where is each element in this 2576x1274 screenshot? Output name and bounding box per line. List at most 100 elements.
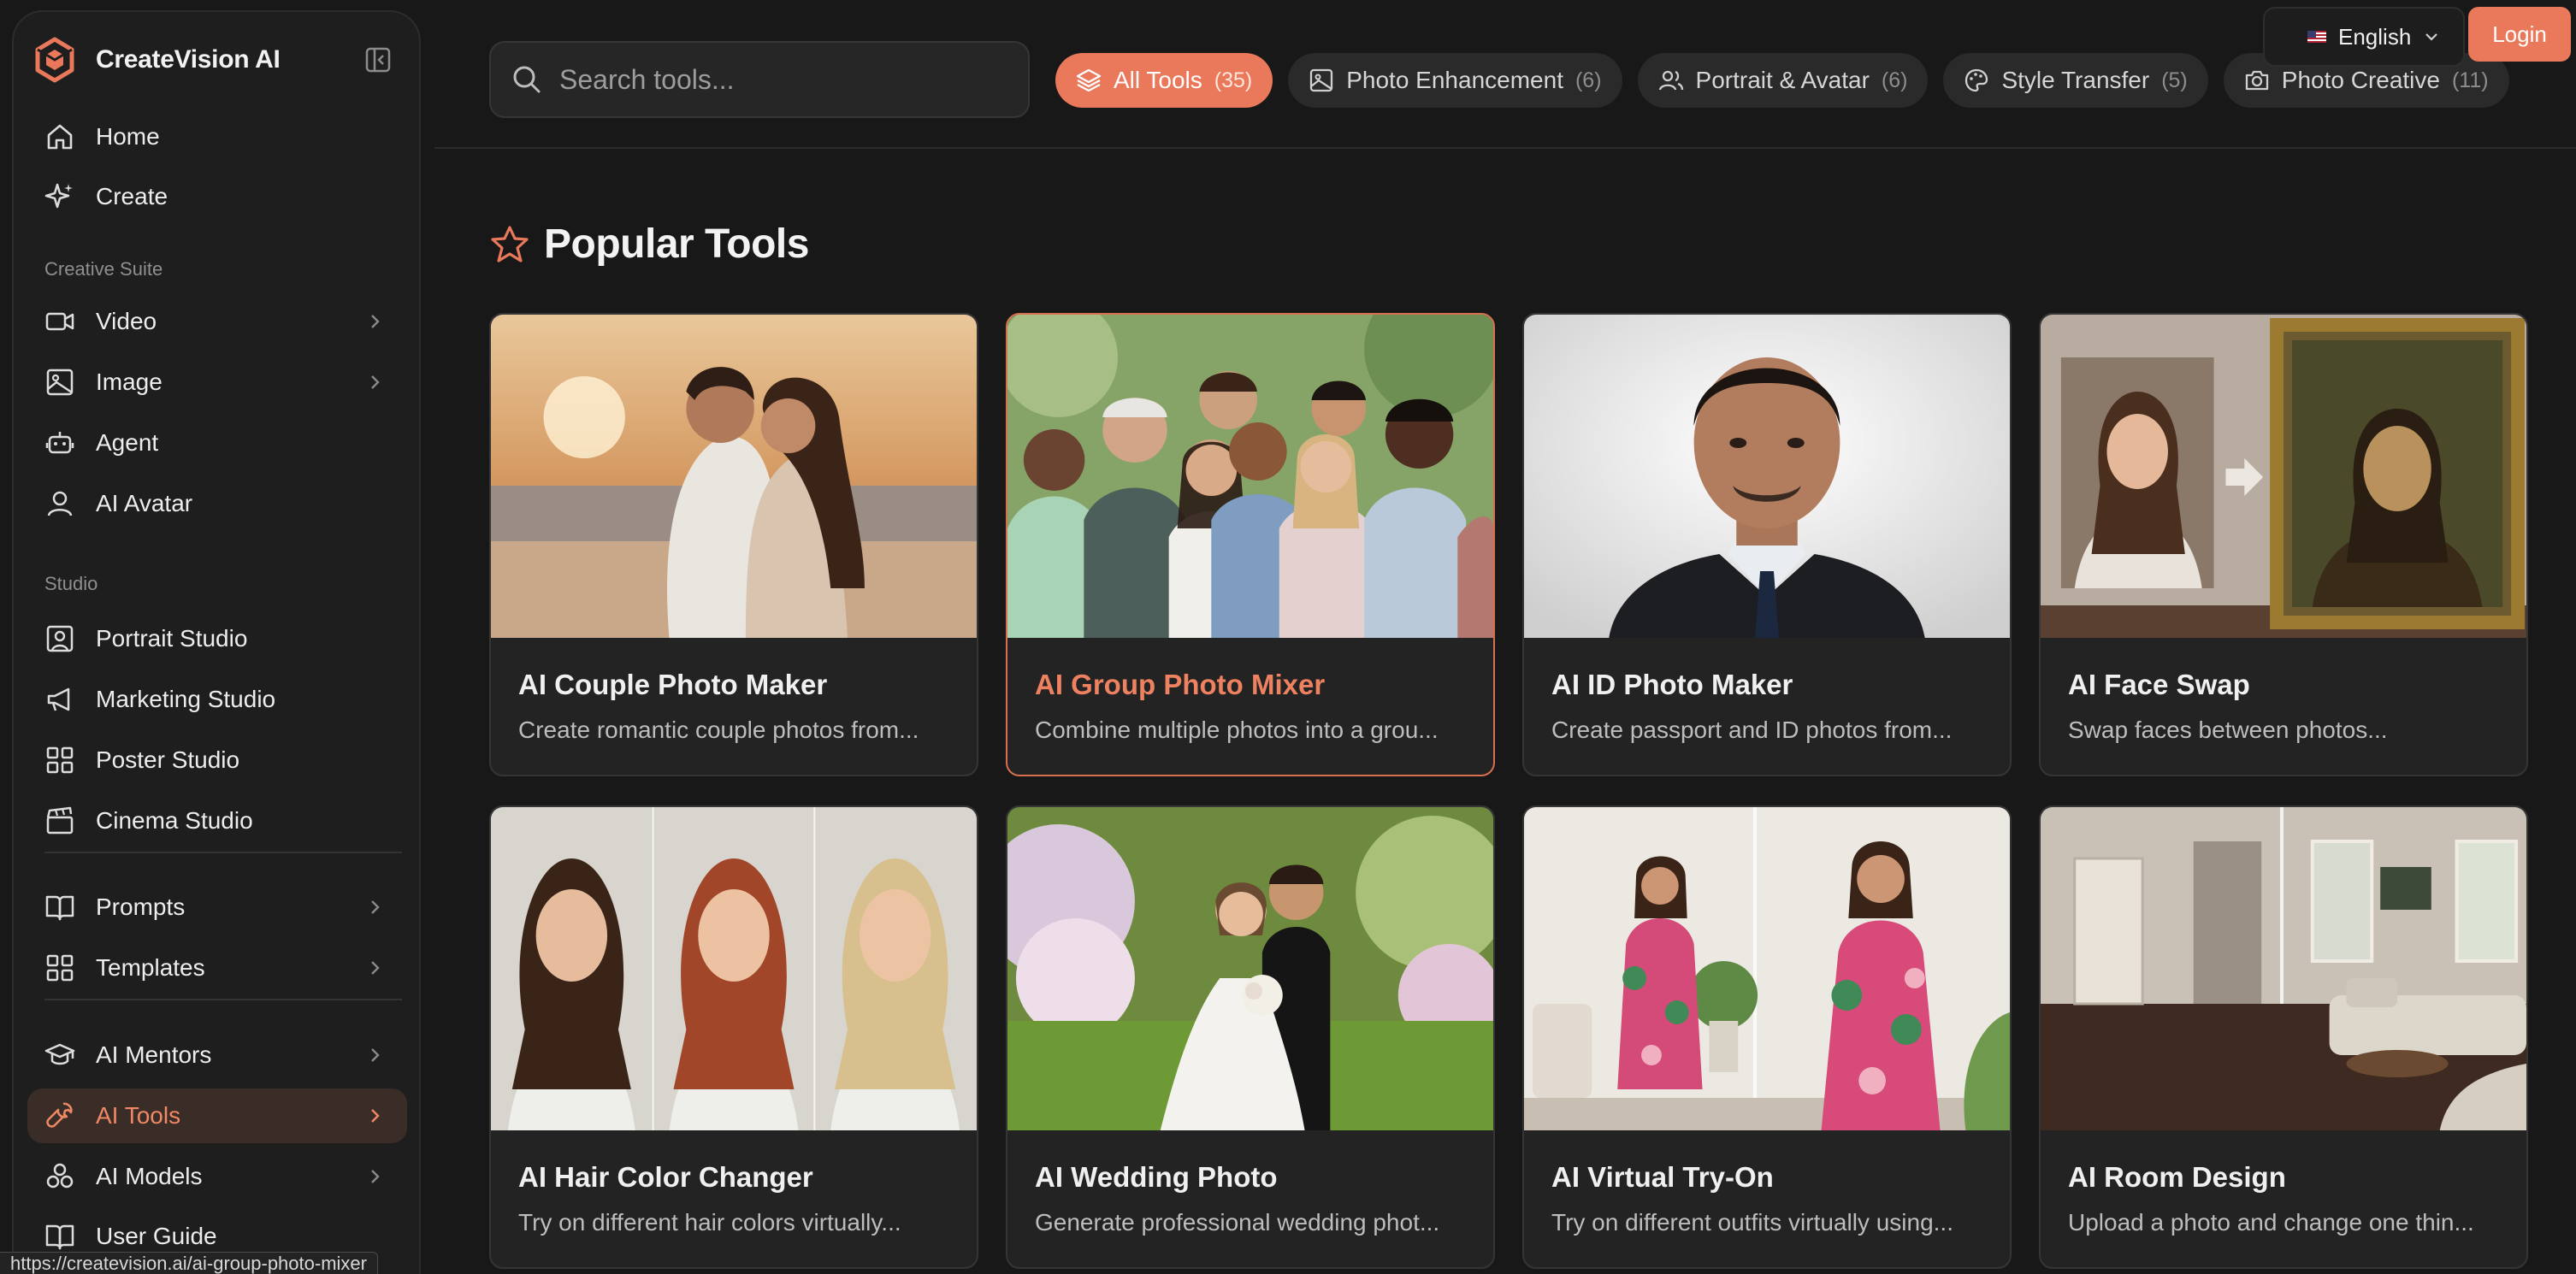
camera-icon — [2245, 70, 2268, 91]
tools-grid: AI Couple Photo Maker Create romantic co… — [489, 313, 2528, 1269]
tool-card[interactable]: AI Room Design Upload a photo and change… — [2039, 805, 2528, 1269]
us-flag-icon — [2307, 31, 2326, 43]
search-box[interactable] — [489, 41, 1030, 118]
sidebar: CreateVision AI Home Create Creative Sui… — [12, 10, 421, 1274]
search-input[interactable] — [559, 63, 1004, 96]
tool-title: AI Couple Photo Maker — [518, 669, 828, 700]
graduation-cap-icon — [44, 1043, 75, 1065]
chevron-right-icon — [371, 900, 380, 914]
chevron-right-icon — [371, 1109, 380, 1123]
status-bar-url: https://createvision.ai/ai-group-photo-m… — [0, 1252, 378, 1274]
search-icon — [513, 66, 541, 93]
sidebar-item-ai-mentors[interactable]: AI Mentors — [27, 1028, 407, 1082]
clapperboard-icon — [46, 806, 74, 835]
sidebar-item-agent[interactable]: Agent — [27, 416, 407, 470]
tool-title: AI Group Photo Mixer — [1035, 669, 1326, 700]
sidebar-item-home[interactable]: Home — [27, 109, 407, 164]
header-divider — [434, 147, 2576, 149]
tool-thumbnail — [491, 315, 977, 638]
palette-icon — [1965, 68, 1988, 92]
sidebar-item-ai-tools[interactable]: AI Tools — [27, 1088, 407, 1143]
tool-card[interactable]: AI Wedding Photo Generate professional w… — [1006, 805, 1495, 1269]
book-open-icon — [45, 1224, 74, 1250]
chevron-right-icon — [371, 315, 380, 328]
star-icon — [491, 225, 529, 262]
language-label: English — [2338, 23, 2412, 50]
chevron-down-icon — [2425, 33, 2438, 41]
tool-description: Try on different outfits virtually using… — [1551, 1209, 1953, 1236]
models-icon — [46, 1163, 74, 1188]
tool-description: Create passport and ID photos from... — [1551, 717, 1953, 743]
tool-thumbnail — [2041, 807, 2526, 1130]
sparkle-icon — [44, 183, 73, 209]
layers-icon — [1076, 68, 1102, 92]
sidebar-item-create[interactable]: Create — [27, 169, 407, 224]
grid-icon — [46, 954, 74, 982]
tool-description: Try on different hair colors virtually..… — [518, 1209, 901, 1236]
tool-thumbnail — [1524, 807, 2010, 1130]
sidebar-item-templates[interactable]: Templates — [27, 941, 407, 995]
filter-all-tools[interactable]: All Tools (35) — [1055, 53, 1273, 108]
sidebar-item-ai-avatar[interactable]: AI Avatar — [27, 476, 407, 531]
image-icon — [1310, 68, 1333, 92]
home-icon — [47, 124, 73, 150]
login-button[interactable]: Login — [2468, 7, 2571, 62]
filter-portrait-avatar[interactable]: Portrait & Avatar (6) — [1637, 53, 1929, 108]
sidebar-item-image[interactable]: Image — [27, 355, 407, 410]
section-title: Popular Tools — [544, 221, 809, 267]
robot-icon — [45, 432, 74, 454]
megaphone-icon — [47, 687, 70, 711]
wrench-icon — [46, 1102, 73, 1128]
sidebar-item-portrait-studio[interactable]: Portrait Studio — [27, 611, 407, 666]
grid-icon — [46, 746, 74, 774]
tool-card[interactable]: AI Couple Photo Maker Create romantic co… — [489, 313, 978, 776]
tool-title: AI ID Photo Maker — [1551, 669, 1793, 700]
sidebar-item-prompts[interactable]: Prompts — [27, 880, 407, 935]
chevron-right-icon — [371, 1048, 380, 1062]
section-label-studio: Studio — [44, 573, 98, 594]
sidebar-item-video[interactable]: Video — [27, 294, 407, 349]
tool-card[interactable]: AI Group Photo Mixer Combine multiple ph… — [1006, 313, 1495, 776]
book-icon — [45, 895, 74, 921]
sidebar-item-poster-studio[interactable]: Poster Studio — [27, 733, 407, 787]
user-icon — [47, 491, 73, 516]
chevron-right-icon — [371, 961, 380, 975]
tool-thumbnail — [491, 807, 977, 1130]
section-label-creative-suite: Creative Suite — [44, 258, 163, 280]
tool-thumbnail — [1007, 807, 1493, 1130]
tool-thumbnail — [2041, 315, 2526, 638]
language-selector[interactable]: English — [2263, 7, 2465, 67]
sidebar-divider — [44, 852, 402, 853]
tool-description: Combine multiple photos into a grou... — [1035, 717, 1439, 743]
users-icon — [1658, 70, 1683, 91]
tool-title: AI Hair Color Changer — [518, 1161, 813, 1193]
tool-title: AI Virtual Try-On — [1551, 1161, 1774, 1193]
tool-card[interactable]: AI ID Photo Maker Create passport and ID… — [1522, 313, 2012, 776]
sidebar-item-ai-models[interactable]: AI Models — [27, 1149, 407, 1204]
tool-description: Swap faces between photos... — [2068, 717, 2388, 743]
brand-name: CreateVision AI — [96, 45, 281, 74]
sidebar-item-cinema-studio[interactable]: Cinema Studio — [27, 793, 407, 848]
tool-description: Generate professional wedding phot... — [1035, 1209, 1440, 1236]
chevron-right-icon — [371, 1170, 380, 1183]
tool-card[interactable]: AI Hair Color Changer Try on different h… — [489, 805, 978, 1269]
filter-photo-enhancement[interactable]: Photo Enhancement (6) — [1288, 53, 1622, 108]
tool-description: Upload a photo and change one thin... — [2068, 1209, 2474, 1236]
tool-thumbnail — [1007, 315, 1493, 638]
brand[interactable]: CreateVision AI — [31, 36, 281, 84]
chevron-right-icon — [371, 375, 380, 389]
logo-icon — [35, 37, 74, 83]
tool-card[interactable]: AI Virtual Try-On Try on different outfi… — [1522, 805, 2012, 1269]
image-icon — [46, 369, 74, 396]
portrait-icon — [46, 625, 74, 652]
tool-title: AI Face Swap — [2068, 669, 2250, 700]
sidebar-divider — [44, 999, 402, 1000]
tool-card[interactable]: AI Face Swap Swap faces between photos..… — [2039, 313, 2528, 776]
collapse-sidebar-icon[interactable] — [364, 46, 392, 74]
popular-tools-heading: Popular Tools — [489, 221, 809, 268]
tool-description: Create romantic couple photos from... — [518, 717, 919, 743]
tool-title: AI Room Design — [2068, 1161, 2286, 1193]
sidebar-item-marketing-studio[interactable]: Marketing Studio — [27, 672, 407, 727]
filter-style-transfer[interactable]: Style Transfer (5) — [1943, 53, 2208, 108]
tool-thumbnail — [1524, 315, 2010, 638]
